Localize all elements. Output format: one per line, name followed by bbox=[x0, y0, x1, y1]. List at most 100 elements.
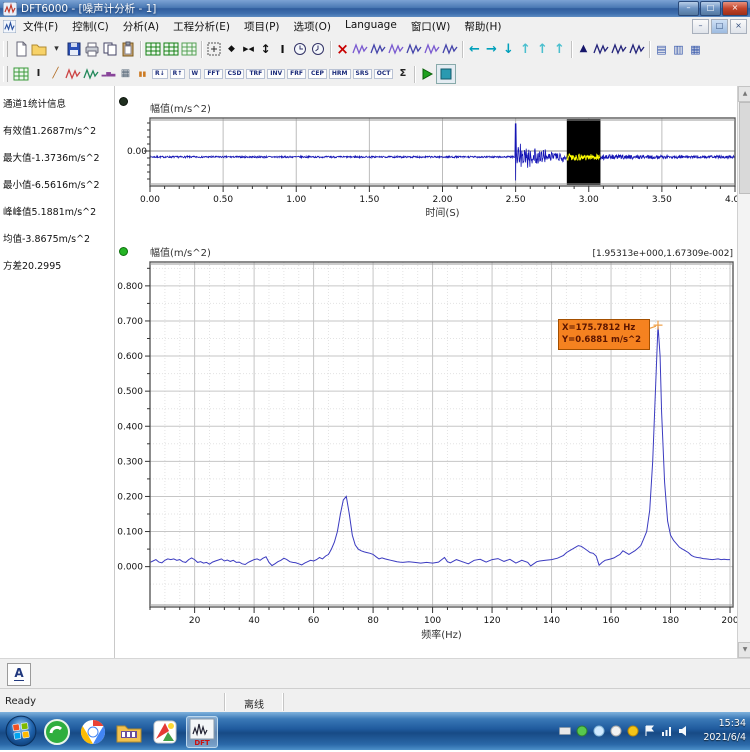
menu-item-8[interactable]: 窗口(W) bbox=[404, 17, 458, 36]
menu-item-7[interactable]: Language bbox=[338, 17, 404, 36]
film-strip-icon[interactable]: ▦ bbox=[117, 65, 134, 83]
copy-icon[interactable] bbox=[101, 40, 119, 58]
expand-y-icon[interactable]: ↕ bbox=[257, 40, 274, 58]
new-file-icon[interactable] bbox=[12, 40, 30, 58]
pan-down-icon[interactable]: ↓ bbox=[500, 40, 517, 58]
start-button[interactable] bbox=[4, 714, 38, 748]
cep-icon[interactable]: CEP bbox=[307, 65, 328, 83]
srs-icon[interactable]: SRS bbox=[352, 65, 373, 83]
overlay-navy-2-icon[interactable] bbox=[610, 40, 628, 58]
flag-icon[interactable] bbox=[644, 725, 656, 737]
close-button[interactable]: × bbox=[722, 1, 748, 16]
volume-icon[interactable] bbox=[678, 725, 690, 737]
text-label-button[interactable]: A bbox=[7, 663, 31, 686]
zoom-in-icon[interactable] bbox=[291, 40, 309, 58]
marker-arrow-icon[interactable]: ▲ bbox=[575, 40, 592, 58]
free-cursor-icon[interactable] bbox=[205, 40, 223, 58]
oct-icon[interactable]: OCT bbox=[373, 65, 395, 83]
open-file-icon[interactable] bbox=[30, 40, 48, 58]
trace-overlay-4-icon[interactable] bbox=[405, 40, 423, 58]
taskbar-app-browser-green[interactable] bbox=[42, 717, 72, 747]
color-bars-icon[interactable]: ▮▮ bbox=[134, 65, 151, 83]
child-close-button[interactable]: × bbox=[730, 19, 747, 34]
pencil-icon[interactable]: ╱ bbox=[47, 65, 64, 83]
menu-item-5[interactable]: 项目(P) bbox=[237, 17, 287, 36]
minimize-button[interactable]: – bbox=[678, 1, 699, 16]
sum-icon[interactable]: Σ bbox=[394, 65, 411, 83]
network-icon[interactable] bbox=[661, 725, 673, 737]
open-dropdown-icon[interactable]: ▾ bbox=[48, 40, 65, 58]
scroll-down-icon[interactable]: ▼ bbox=[738, 642, 750, 658]
save-icon[interactable] bbox=[65, 40, 83, 58]
trace-overlay-2-icon[interactable] bbox=[369, 40, 387, 58]
run-icon[interactable] bbox=[418, 65, 436, 83]
histogram-icon[interactable]: ▂▅▃ bbox=[100, 65, 117, 83]
trace-overlay-1-icon[interactable] bbox=[351, 40, 369, 58]
ra-up-icon[interactable]: R↑ bbox=[169, 65, 187, 83]
dual-graph-layout-icon[interactable] bbox=[162, 40, 180, 58]
zoom-out-icon[interactable] bbox=[309, 40, 327, 58]
status-white-1-icon[interactable] bbox=[610, 725, 622, 737]
taskbar-app-color-app[interactable] bbox=[150, 717, 180, 747]
trace-overlay-6-icon[interactable] bbox=[441, 40, 459, 58]
status-light-icon[interactable] bbox=[593, 725, 605, 737]
hrm-icon[interactable]: HRM bbox=[328, 65, 352, 83]
pan-right-icon[interactable]: → bbox=[483, 40, 500, 58]
frf-icon[interactable]: FRF bbox=[286, 65, 307, 83]
child-restore-button[interactable]: □ bbox=[711, 19, 728, 34]
text-cursor-icon[interactable]: Ι bbox=[30, 65, 47, 83]
inv-icon[interactable]: INV bbox=[266, 65, 286, 83]
taskbar-clock[interactable]: 15:34 2021/6/4 bbox=[703, 717, 746, 745]
wave-red-icon[interactable] bbox=[64, 65, 82, 83]
maximize-button[interactable]: □ bbox=[700, 1, 721, 16]
trace-overlay-5-icon[interactable] bbox=[423, 40, 441, 58]
overlay-navy-3-icon[interactable] bbox=[628, 40, 646, 58]
ra-down-icon[interactable]: R↓ bbox=[151, 65, 169, 83]
grid-snap-icon[interactable] bbox=[12, 65, 30, 83]
peak-annotation[interactable]: X=175.7812 Hz Y=0.6881 m/s^2 bbox=[558, 319, 650, 350]
time-waveform-chart[interactable]: 0.00幅值(m/s^2)0.000.501.001.502.002.503.0… bbox=[114, 88, 737, 220]
menu-item-9[interactable]: 帮助(H) bbox=[457, 17, 508, 36]
autoscale-icon[interactable]: Ι bbox=[274, 40, 291, 58]
wave-green-icon[interactable] bbox=[82, 65, 100, 83]
overlay-navy-1-icon[interactable] bbox=[592, 40, 610, 58]
menu-item-1[interactable]: 文件(F) bbox=[16, 17, 65, 36]
cascade-windows-icon[interactable]: ▥ bbox=[670, 40, 687, 58]
menu-item-2[interactable]: 控制(C) bbox=[65, 17, 116, 36]
vertical-scrollbar[interactable]: ▲ ▼ bbox=[737, 86, 750, 658]
stop-icon[interactable] bbox=[436, 64, 456, 84]
single-cursor-icon[interactable]: ◆ bbox=[223, 40, 240, 58]
print-icon[interactable] bbox=[83, 40, 101, 58]
page-up-1-icon[interactable]: ↑ bbox=[517, 40, 534, 58]
arrange-windows-icon[interactable]: ▦ bbox=[687, 40, 704, 58]
status-bar: Ready 离线 bbox=[0, 688, 750, 713]
page-up-3-icon[interactable]: ↑ bbox=[551, 40, 568, 58]
delete-trace-icon[interactable]: × bbox=[334, 40, 351, 58]
trf-icon[interactable]: TRF bbox=[245, 65, 266, 83]
spectrum-chart[interactable]: 0.0000.1000.2000.3000.4000.5000.6000.700… bbox=[114, 240, 737, 642]
trace-overlay-3-icon[interactable] bbox=[387, 40, 405, 58]
taskbar-app-media-folder[interactable] bbox=[114, 717, 144, 747]
report-view-icon[interactable] bbox=[180, 40, 198, 58]
spectrum-x-tick-label: 160 bbox=[602, 616, 619, 626]
security-green-icon[interactable] bbox=[576, 725, 588, 737]
child-minimize-button[interactable]: – bbox=[692, 19, 709, 34]
double-cursor-icon[interactable]: ▶◀ bbox=[240, 40, 257, 58]
page-up-2-icon[interactable]: ↑ bbox=[534, 40, 551, 58]
single-graph-layout-icon[interactable] bbox=[144, 40, 162, 58]
window-fn-icon[interactable]: W bbox=[186, 65, 203, 83]
taskbar-app-dft6000[interactable]: DFT bbox=[186, 716, 218, 748]
csd-icon[interactable]: CSD bbox=[224, 65, 246, 83]
menu-item-4[interactable]: 工程分析(E) bbox=[166, 17, 237, 36]
pan-left-icon[interactable]: ← bbox=[466, 40, 483, 58]
fft-icon[interactable]: FFT bbox=[203, 65, 223, 83]
paste-icon[interactable] bbox=[119, 40, 137, 58]
taskbar-app-browser-circle[interactable] bbox=[78, 717, 108, 747]
status-yellow-icon[interactable] bbox=[627, 725, 639, 737]
input-indicator-icon[interactable] bbox=[559, 725, 571, 737]
scrollbar-thumb[interactable] bbox=[739, 102, 750, 194]
scroll-up-icon[interactable]: ▲ bbox=[738, 86, 750, 102]
tile-windows-icon[interactable]: ▤ bbox=[653, 40, 670, 58]
menu-item-3[interactable]: 分析(A) bbox=[116, 17, 166, 36]
menu-item-6[interactable]: 选项(O) bbox=[287, 17, 338, 36]
